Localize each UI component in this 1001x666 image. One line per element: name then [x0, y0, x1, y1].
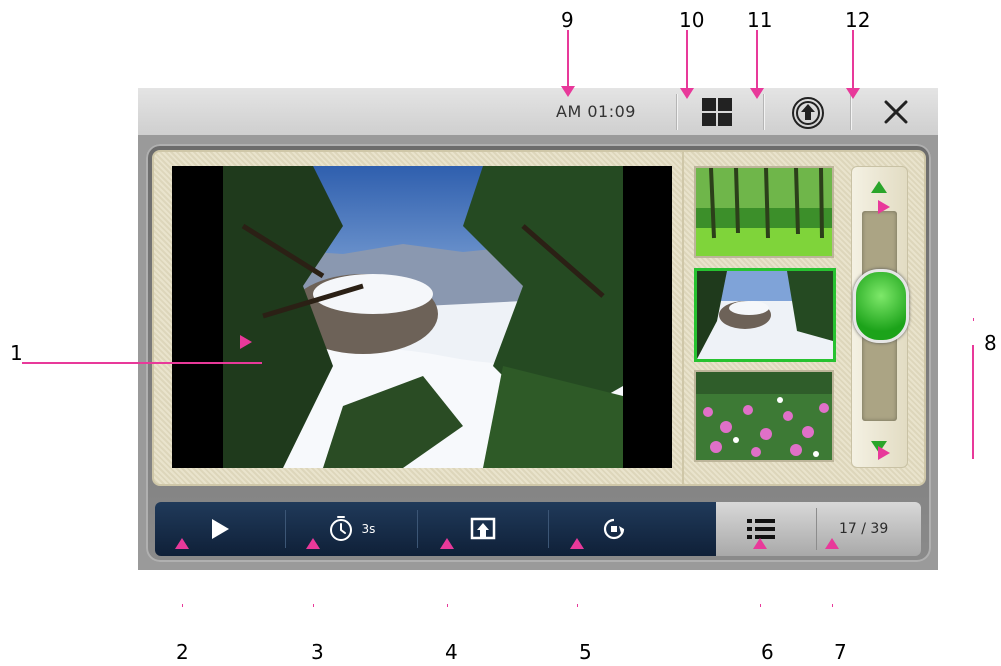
frame-inner — [146, 144, 931, 562]
annotation-marker — [577, 604, 578, 607]
annotation-label: 9 — [561, 8, 574, 32]
annotation-marker — [175, 538, 189, 549]
annotation-label: 10 — [679, 8, 705, 32]
annotation-marker — [846, 88, 860, 99]
annotation-line — [756, 30, 758, 88]
annotation-marker — [878, 200, 890, 214]
annotation-line — [686, 30, 688, 88]
annotation-label: 4 — [445, 640, 458, 664]
playback-toolbar: 3s — [155, 502, 720, 556]
annotation-marker — [753, 538, 767, 549]
divider — [676, 94, 677, 130]
clock: AM 01:09 — [556, 102, 636, 121]
annotation-line — [852, 30, 854, 88]
upload-circle-icon[interactable] — [784, 92, 832, 132]
rotate-icon — [603, 518, 625, 540]
annotation-label: 11 — [747, 8, 773, 32]
annotation-marker — [240, 335, 252, 349]
divider — [763, 94, 764, 130]
thumbnail-forest[interactable] — [694, 166, 834, 258]
annotation-marker — [306, 538, 320, 549]
annotation-marker — [832, 604, 833, 607]
rotate-button[interactable] — [549, 502, 679, 556]
annotation-marker — [825, 538, 839, 549]
divider — [682, 152, 684, 484]
scroll-up-icon[interactable] — [871, 181, 887, 193]
annotation-marker — [878, 446, 890, 460]
divider — [850, 94, 851, 130]
export-button[interactable] — [418, 502, 548, 556]
export-screen-icon — [470, 517, 496, 540]
thumbnail-flowers[interactable] — [694, 370, 834, 462]
annotation-label: 8 — [984, 331, 997, 355]
annotation-label: 1 — [10, 341, 23, 365]
annotation-marker — [750, 88, 764, 99]
annotation-label: 7 — [834, 640, 847, 664]
timer-label: 3s — [361, 522, 376, 536]
grid-icon[interactable] — [693, 92, 741, 132]
stopwatch-icon — [329, 516, 352, 541]
image-counter: 17 / 39 — [839, 521, 889, 537]
annotation-label: 12 — [845, 8, 871, 32]
annotation-marker — [447, 604, 448, 607]
annotation-marker — [680, 88, 694, 99]
scroll-thumb[interactable] — [853, 269, 909, 343]
thumbnail-snow-rock[interactable] — [694, 268, 836, 362]
image-stage — [152, 150, 926, 486]
annotation-label: 5 — [579, 640, 592, 664]
annotation-line — [22, 362, 262, 364]
annotation-line — [567, 30, 569, 86]
annotation-marker — [973, 318, 974, 321]
annotation-marker — [182, 604, 183, 607]
annotation-label: 3 — [311, 640, 324, 664]
divider — [816, 508, 817, 550]
annotation-marker — [313, 604, 314, 607]
close-icon[interactable] — [872, 92, 920, 132]
annotation-marker — [760, 604, 761, 607]
annotation-marker — [440, 538, 454, 549]
play-icon — [212, 519, 229, 539]
annotation-marker — [561, 86, 575, 97]
status-bar: AM 01:09 — [138, 88, 938, 136]
annotation-label: 6 — [761, 640, 774, 664]
main-photo[interactable] — [172, 166, 672, 468]
annotation-line — [972, 345, 974, 459]
annotation-marker — [570, 538, 584, 549]
annotation-label: 2 — [176, 640, 189, 664]
